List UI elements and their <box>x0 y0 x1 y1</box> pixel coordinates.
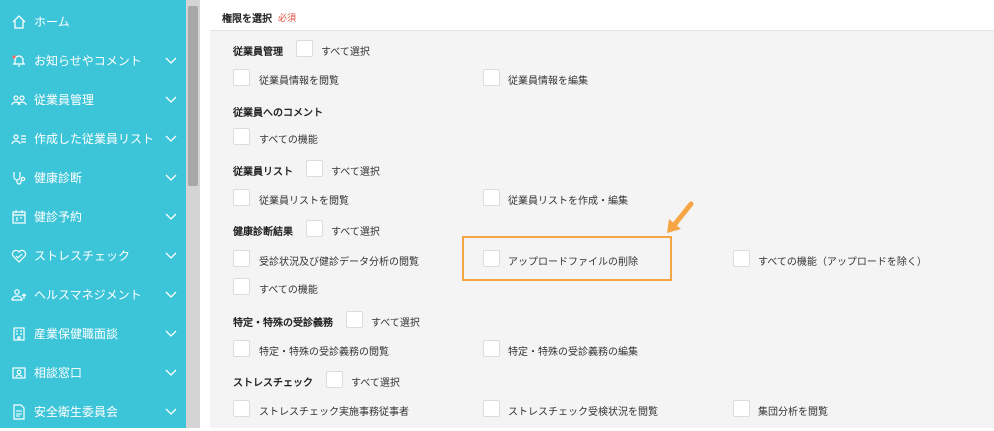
home-icon <box>10 13 28 31</box>
section-title: 従業員管理 <box>233 47 283 58</box>
form-header: 権限を選択 必須 <box>210 0 994 31</box>
chevron-down-icon <box>164 171 178 185</box>
section-title: 特定・特殊の受診義務 <box>233 318 333 329</box>
permission-checkbox[interactable] <box>233 250 250 267</box>
people-icon <box>10 91 28 109</box>
permission-label: ストレスチェック実施事務従事者 <box>259 407 409 418</box>
sidebar-item-safety-committee[interactable]: 安全衛生委員会 <box>0 392 186 431</box>
permission-checkbox[interactable] <box>233 69 250 86</box>
chevron-down-icon <box>164 93 178 107</box>
permission-label: 従業員リストを閲覧 <box>259 196 349 207</box>
sidebar-item-occupational-interview[interactable]: 産業保健職面談 <box>0 314 186 353</box>
document-icon <box>10 403 28 421</box>
chevron-down-icon <box>164 327 178 341</box>
permission-label: 特定・特殊の受診義務の閲覧 <box>259 347 389 358</box>
sidebar-item-employees[interactable]: 従業員管理 <box>0 80 186 119</box>
select-all-checkbox[interactable] <box>306 220 323 237</box>
highlight-box <box>462 236 672 281</box>
chevron-down-icon <box>164 132 178 146</box>
permission-checkbox[interactable] <box>483 69 500 86</box>
heart-icon <box>10 247 28 265</box>
select-all-checkbox[interactable] <box>326 371 343 388</box>
stethoscope-icon <box>10 169 28 187</box>
sidebar-item-label: 健康診断 <box>34 171 83 185</box>
permission-checkbox[interactable] <box>233 400 250 417</box>
sidebar-item-label: ストレスチェック <box>34 249 131 263</box>
sidebar-item-notifications[interactable]: お知らせやコメント <box>0 41 186 80</box>
chevron-down-icon <box>164 288 178 302</box>
permission-label: 集団分析を閲覧 <box>758 407 828 418</box>
sidebar-item-label: 作成した従業員リスト <box>34 132 155 146</box>
select-all-label: すべて選択 <box>331 167 380 178</box>
permission-label: 受診状況及び健診データ分析の閲覧 <box>259 257 419 268</box>
form-title: 権限を選択 <box>222 14 272 25</box>
person-upload-icon <box>10 286 28 304</box>
sidebar-item-employee-lists[interactable]: 作成した従業員リスト <box>0 119 186 158</box>
chevron-down-icon <box>164 405 178 419</box>
chevron-down-icon <box>164 210 178 224</box>
permission-label: すべての機能（アップロードを除く） <box>758 257 927 268</box>
chevron-down-icon <box>164 54 178 68</box>
select-all-checkbox[interactable] <box>346 311 363 328</box>
permission-checkbox[interactable] <box>233 128 250 145</box>
sidebar-item-label: 安全衛生委員会 <box>34 405 119 419</box>
permission-label: ストレスチェック受検状況を閲覧 <box>508 407 658 418</box>
permission-checkbox[interactable] <box>233 278 250 295</box>
section-title: 従業員へのコメント <box>233 108 323 119</box>
main-content: 権限を選択 必須 従業員管理 すべて選択 従業員情報を閲覧 従業員情報を編集 従… <box>200 0 994 428</box>
select-all-checkbox[interactable] <box>296 40 313 57</box>
bell-icon <box>10 52 28 70</box>
arrow-icon <box>667 201 694 233</box>
contact-card-icon <box>10 364 28 382</box>
sidebar-item-home[interactable]: ホーム <box>0 2 186 41</box>
permission-label: 従業員リストを作成・編集 <box>508 196 628 207</box>
chevron-down-icon <box>164 249 178 263</box>
sidebar-item-label: ヘルスマネジメント <box>34 288 142 302</box>
permission-label: 従業員情報を閲覧 <box>259 76 339 87</box>
required-badge: 必須 <box>278 14 297 24</box>
sidebar-item-label: 相談窓口 <box>34 366 83 380</box>
select-all-label: すべて選択 <box>331 227 380 238</box>
permission-checkbox[interactable] <box>483 189 500 206</box>
permission-label: すべての機能 <box>259 135 318 146</box>
permission-label: 従業員情報を編集 <box>508 76 588 87</box>
permission-label: すべての機能 <box>259 285 318 296</box>
sidebar-item-stress-check[interactable]: ストレスチェック <box>0 236 186 275</box>
select-all-label: すべて選択 <box>371 318 420 329</box>
sidebar-item-health-checkup[interactable]: 健康診断 <box>0 158 186 197</box>
permission-checkbox[interactable] <box>483 340 500 357</box>
chevron-down-icon <box>164 366 178 380</box>
permission-checkbox[interactable] <box>483 400 500 417</box>
sidebar-item-label: ホーム <box>34 15 70 29</box>
sidebar-item-label: 産業保健職面談 <box>34 327 119 341</box>
permission-checkbox[interactable] <box>733 250 750 267</box>
sidebar-item-label: 従業員管理 <box>34 93 95 107</box>
sidebar-item-checkup-reservation[interactable]: 健診予約 <box>0 197 186 236</box>
sidebar: ホーム お知らせやコメント 従業員管理 作成した従業員リスト 健康診断 健診予約… <box>0 0 186 428</box>
section-title: ストレスチェック <box>233 378 313 389</box>
select-all-label: すべて選択 <box>351 378 400 389</box>
sidebar-item-label: お知らせやコメント <box>34 54 142 68</box>
section-title: 従業員リスト <box>233 167 293 178</box>
section-title: 健康診断結果 <box>233 227 293 238</box>
permission-checkbox[interactable] <box>233 340 250 357</box>
sidebar-item-consultation[interactable]: 相談窓口 <box>0 353 186 392</box>
calendar-icon <box>10 208 28 226</box>
permission-checkbox[interactable] <box>733 400 750 417</box>
user-list-icon <box>10 130 28 148</box>
sidebar-item-health-management[interactable]: ヘルスマネジメント <box>0 275 186 314</box>
select-all-label: すべて選択 <box>321 47 370 58</box>
building-icon <box>10 325 28 343</box>
sidebar-item-label: 健診予約 <box>34 210 83 224</box>
permission-label: 特定・特殊の受診義務の編集 <box>508 347 638 358</box>
permission-checkbox[interactable] <box>233 189 250 206</box>
sidebar-scrollbar-thumb[interactable] <box>188 6 198 186</box>
select-all-checkbox[interactable] <box>306 160 323 177</box>
permissions-panel <box>210 0 994 428</box>
